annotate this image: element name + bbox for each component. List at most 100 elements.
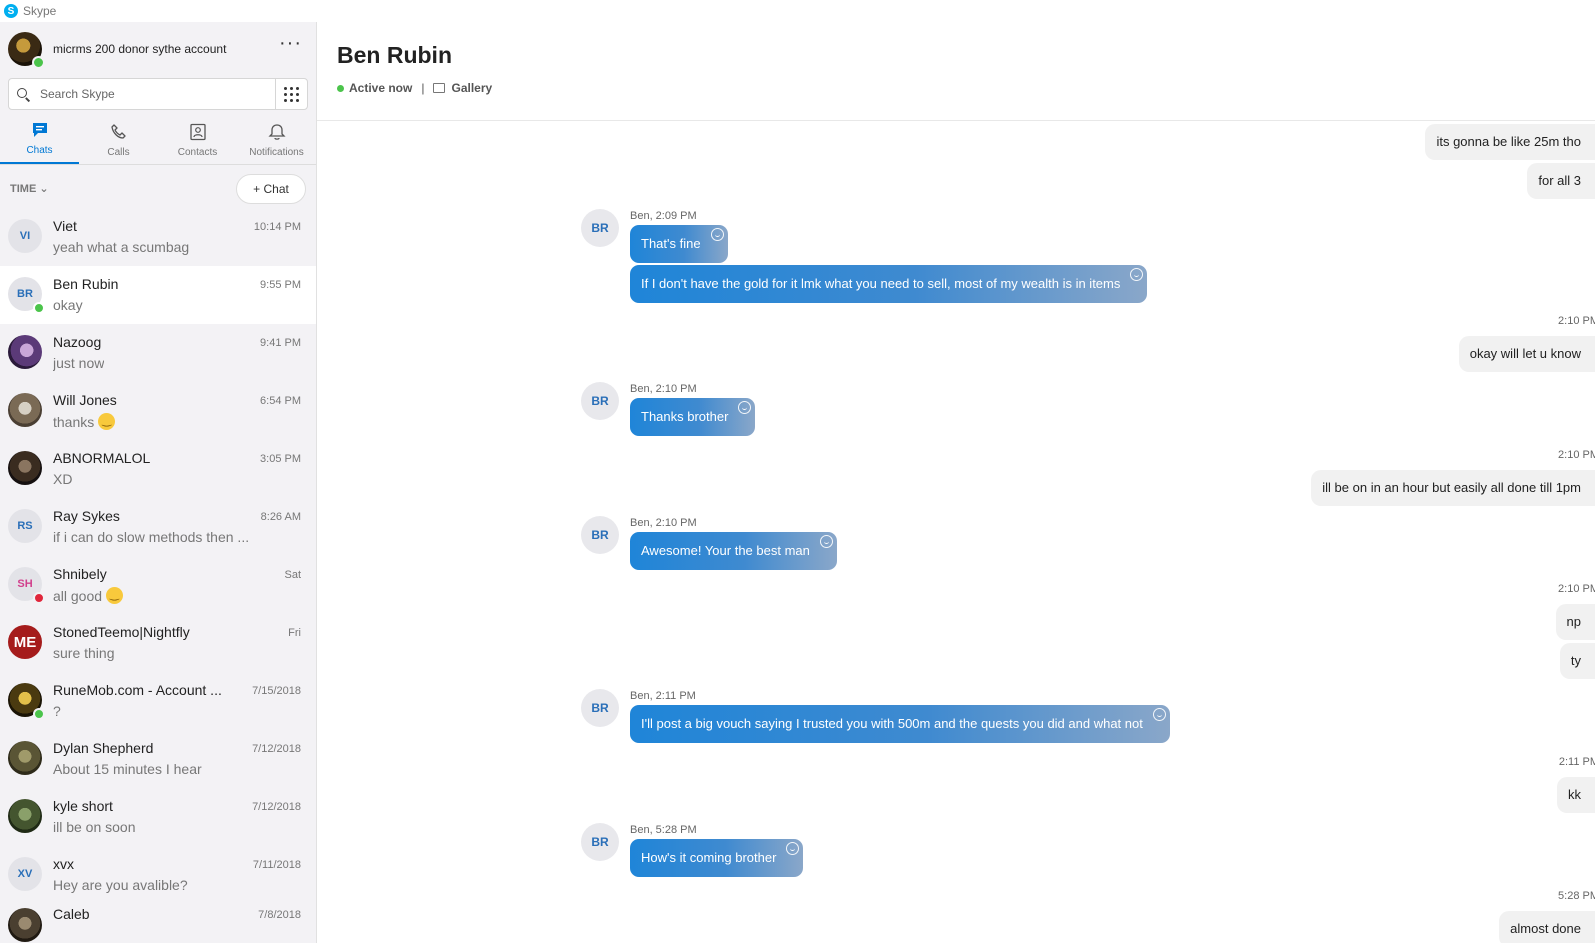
incoming-message[interactable]: How's it coming brother — [630, 839, 804, 877]
incoming-message[interactable]: If I don't have the gold for it lmk what… — [630, 265, 1148, 303]
add-reaction-icon[interactable] — [710, 228, 724, 241]
chat-time: 7/11/2018 — [252, 859, 301, 871]
message-text: Awesome! Your the best man — [641, 543, 810, 558]
outgoing-message[interactable]: kk — [1557, 777, 1595, 813]
chat-item-xvx[interactable]: XV xvx Hey are you avalible? 7/11/2018 — [0, 846, 316, 904]
chat-item-ben-rubin[interactable]: BR Ben Rubin okay 9:55 PM — [0, 266, 316, 324]
chat-time: 3:05 PM — [260, 453, 301, 465]
avatar: XV — [8, 857, 42, 891]
tab-contacts[interactable]: Contacts — [158, 118, 237, 164]
chat-item-stonedteemo[interactable]: ME StonedTeemo|Nightfly sure thing Fri — [0, 614, 316, 672]
smile-emoji-icon — [106, 587, 124, 604]
chat-name: kyle short — [53, 798, 113, 814]
chat-item-viet[interactable]: VI Viet yeah what a scumbag 10:14 PM — [0, 208, 316, 266]
outgoing-message[interactable]: ty — [1559, 643, 1595, 679]
contacts-icon — [189, 123, 206, 141]
status-text: Active now — [349, 81, 413, 95]
tab-notifications-label: Notifications — [249, 147, 304, 158]
outgoing-message[interactable]: okay will let u know — [1458, 336, 1595, 372]
search-icon — [17, 87, 30, 101]
outgoing-message[interactable]: ill be on in an hour but easily all done… — [1311, 470, 1595, 506]
avatar-initials: BR — [17, 288, 33, 300]
skype-logo-icon: S — [4, 4, 18, 18]
message-meta: Ben, 2:11 PM — [630, 690, 696, 702]
chat-item-will-jones[interactable]: Will Jones thanks 6:54 PM — [0, 382, 316, 440]
chat-name: xvx — [53, 856, 74, 872]
outgoing-message[interactable]: its gonna be like 25m tho — [1425, 124, 1595, 160]
tab-calls-label: Calls — [107, 147, 130, 158]
avatar — [8, 451, 42, 485]
chat-name: Caleb — [53, 906, 90, 922]
chat-preview-text: thanks — [53, 414, 95, 430]
profile-header[interactable]: micrms 200 donor sythe account ··· — [8, 30, 308, 69]
incoming-message[interactable]: Awesome! Your the best man — [630, 532, 837, 570]
incoming-message[interactable]: Thanks brother — [630, 398, 756, 436]
chat-item-abnormalol[interactable]: ABNORMALOL XD 3:05 PM — [0, 440, 316, 498]
avatar[interactable]: BR — [581, 516, 619, 554]
chat-name: Ray Sykes — [53, 508, 120, 524]
outgoing-message[interactable]: np — [1555, 604, 1595, 640]
avatar — [8, 908, 42, 942]
avatar-initials: RS — [17, 520, 33, 532]
search-box[interactable] — [8, 78, 308, 110]
chat-time: Sat — [284, 569, 301, 581]
message-time: 2:10 PM — [1558, 583, 1595, 595]
profile-name[interactable]: micrms 200 donor sythe account — [53, 42, 226, 56]
chat-item-dylan-shepherd[interactable]: Dylan Shepherd About 15 minutes I hear 7… — [0, 730, 316, 788]
outgoing-message[interactable]: almost done — [1499, 911, 1595, 943]
message-time: 5:28 PM — [1558, 890, 1595, 902]
chat-item-kyle-short[interactable]: kyle short ill be on soon 7/12/2018 — [0, 788, 316, 846]
conversation-title[interactable]: Ben Rubin — [337, 42, 452, 69]
chat-preview: ? — [53, 703, 61, 719]
busy-status-icon — [33, 592, 45, 604]
chat-item-ray-sykes[interactable]: RS Ray Sykes if i can do slow methods th… — [0, 498, 316, 556]
online-status-icon — [33, 708, 45, 720]
avatar[interactable]: BR — [581, 823, 619, 861]
chat-preview: just now — [53, 355, 105, 371]
gallery-link[interactable]: Gallery — [451, 81, 492, 95]
chat-item-caleb[interactable]: Caleb 7/8/2018 — [0, 904, 316, 943]
chat-list: VI Viet yeah what a scumbag 10:14 PM BR … — [0, 208, 316, 943]
avatar-initials: XV — [17, 868, 33, 880]
sort-label: TIME — [10, 183, 37, 195]
add-reaction-icon[interactable] — [738, 401, 752, 414]
sort-dropdown[interactable]: TIME ⌄ — [10, 182, 49, 195]
add-reaction-icon[interactable] — [1130, 268, 1144, 281]
add-reaction-icon[interactable] — [786, 842, 800, 855]
chat-time: 9:41 PM — [260, 337, 301, 349]
chevron-down-icon: ⌄ — [39, 183, 49, 195]
outgoing-message[interactable]: for all 3 — [1527, 163, 1595, 199]
tab-chats[interactable]: Chats — [0, 118, 79, 164]
chat-item-shnibely[interactable]: SH Shnibely all good Sat — [0, 556, 316, 614]
message-meta: Ben, 5:28 PM — [630, 824, 697, 836]
chat-item-nazoog[interactable]: Nazoog just now 9:41 PM — [0, 324, 316, 382]
chat-bubble-icon — [32, 123, 47, 137]
chat-item-runemob[interactable]: RuneMob.com - Account ... ? 7/15/2018 — [0, 672, 316, 730]
message-text: Thanks brother — [641, 409, 729, 424]
tab-notifications[interactable]: Notifications — [237, 118, 316, 164]
tab-calls[interactable]: Calls — [79, 118, 158, 164]
chat-name: Dylan Shepherd — [53, 740, 154, 756]
incoming-message[interactable]: That's fine — [630, 225, 728, 263]
chat-preview: Hey are you avalible? — [53, 877, 188, 893]
message-meta: Ben, 2:09 PM — [630, 210, 697, 222]
status-separator: | — [421, 81, 425, 95]
more-options-icon[interactable]: ··· — [279, 33, 302, 53]
profile-avatar[interactable] — [8, 32, 45, 69]
dialpad-icon[interactable] — [275, 79, 307, 109]
chat-preview: sure thing — [53, 645, 115, 661]
add-reaction-icon[interactable] — [819, 535, 833, 548]
avatar: VI — [8, 219, 42, 253]
chat-name: Viet — [53, 218, 77, 234]
message-text: I'll post a big vouch saying I trusted y… — [641, 716, 1143, 731]
avatar[interactable]: BR — [581, 209, 619, 247]
add-reaction-icon[interactable] — [1152, 708, 1166, 721]
avatar[interactable]: BR — [581, 382, 619, 420]
smile-emoji-icon — [98, 413, 116, 430]
search-input[interactable] — [38, 86, 262, 102]
avatar[interactable]: BR — [581, 689, 619, 727]
message-meta: Ben, 2:10 PM — [630, 383, 697, 395]
incoming-message[interactable]: I'll post a big vouch saying I trusted y… — [630, 705, 1170, 743]
chat-preview: About 15 minutes I hear — [53, 761, 202, 777]
new-chat-button[interactable]: + Chat — [236, 174, 306, 204]
